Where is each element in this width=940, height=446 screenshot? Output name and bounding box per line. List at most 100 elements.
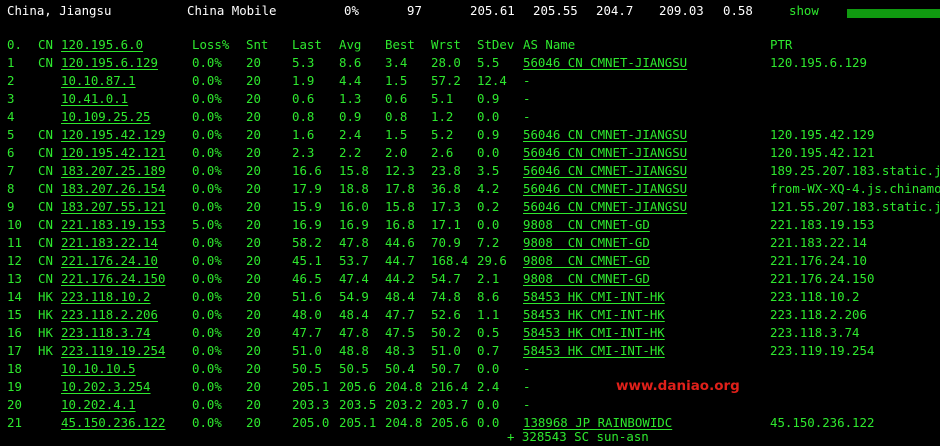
hop-asname[interactable]: 56046 CN CMNET-JIANGSU [523, 180, 687, 198]
hop-host[interactable]: 10.202.4.1 [61, 396, 136, 414]
hop-host[interactable]: 120.195.42.129 [61, 126, 165, 144]
hop-country: HK [38, 289, 53, 304]
hop-last: 51.0 [292, 343, 322, 358]
col-loss: Loss% [192, 37, 230, 52]
hop-wrst: 74.8 [431, 289, 461, 304]
hop-asname[interactable]: 9808 CN CMNET-GD [523, 252, 650, 270]
show-link[interactable]: show [789, 2, 819, 20]
hop-best: 0.8 [385, 109, 408, 124]
hop-best: 47.5 [385, 325, 415, 340]
hop-last: 48.0 [292, 307, 322, 322]
hop-host[interactable]: 10.109.25.25 [61, 108, 151, 126]
hop-row: 15 HK 223.118.2.206 0.0% 20 48.0 48.4 47.7 52.6 1… [0, 306, 940, 324]
hop-asname[interactable]: 58453 HK CMI-INT-HK [523, 288, 665, 306]
hop-host[interactable]: 10.41.0.1 [61, 90, 128, 108]
hop-ptr: 120.195.6.129 [770, 55, 867, 70]
hop-best: 2.0 [385, 145, 408, 160]
hop-country: CN [38, 145, 53, 160]
hop-stdev: 0.9 [477, 91, 500, 106]
hop-snt: 20 [246, 325, 261, 340]
hop-snt: 20 [246, 361, 261, 376]
hop-last: 45.1 [292, 253, 322, 268]
hop-host[interactable]: 120.195.42.121 [61, 144, 165, 162]
status-bar [847, 9, 940, 18]
hop-wrst: 17.3 [431, 199, 461, 214]
hop-asname[interactable]: 56046 CN CMNET-JIANGSU [523, 198, 687, 216]
hop-host[interactable]: 221.176.24.10 [61, 252, 158, 270]
hop-asname[interactable]: 58453 HK CMI-INT-HK [523, 324, 665, 342]
hop-avg: 48.8 [339, 343, 369, 358]
hop-host[interactable]: 221.176.24.150 [61, 270, 165, 288]
hop-ptr: 223.118.3.74 [770, 325, 860, 340]
hop-wrst: 168.4 [431, 253, 469, 268]
summary-value-1: 205.61 [470, 3, 515, 18]
hop-row: 12 CN 221.176.24.10 0.0% 20 45.1 53.7 44.7 168.4… [0, 252, 940, 270]
hop-host[interactable]: 45.150.236.122 [61, 414, 165, 432]
hop-snt: 20 [246, 307, 261, 322]
summary-value-5: 0.58 [723, 3, 753, 18]
hop-index: 8 [7, 181, 15, 196]
hop-stdev: 0.0 [477, 145, 500, 160]
hop-stdev: 0.0 [477, 415, 500, 430]
hop-host[interactable]: 221.183.19.153 [61, 216, 165, 234]
hop-host[interactable]: 10.10.10.5 [61, 360, 136, 378]
hop-stdev: 0.0 [477, 361, 500, 376]
hop-asname[interactable]: 9808 CN CMNET-GD [523, 216, 650, 234]
hop-snt: 20 [246, 181, 261, 196]
col-wrst: Wrst [431, 37, 461, 52]
col-stdev: StDev [477, 37, 515, 52]
hop-asname[interactable]: 9808 CN CMNET-GD [523, 234, 650, 252]
hop-country: HK [38, 343, 53, 358]
hop-stdev: 2.1 [477, 271, 500, 286]
hop-best: 48.4 [385, 289, 415, 304]
hop-host[interactable]: 223.118.3.74 [61, 324, 151, 342]
hop-asname[interactable]: 58453 HK CMI-INT-HK [523, 306, 665, 324]
hop-asname[interactable]: 9808 CN CMNET-GD [523, 270, 650, 288]
hop-asname[interactable]: 58453 HK CMI-INT-HK [523, 342, 665, 360]
hop-asname[interactable]: 56046 CN CMNET-JIANGSU [523, 54, 687, 72]
hop-loss: 0.0% [192, 199, 222, 214]
summary-value-2: 205.55 [533, 3, 578, 18]
hop-host[interactable]: 10.202.3.254 [61, 378, 151, 396]
hop-asname[interactable]: 56046 CN CMNET-JIANGSU [523, 162, 687, 180]
hop-best: 17.8 [385, 181, 415, 196]
hop-host[interactable]: 221.183.22.14 [61, 234, 158, 252]
hop-index: 17 [7, 343, 22, 358]
hop-last: 0.8 [292, 109, 315, 124]
hop-row: 20 10.202.4.1 0.0% 20 203.3 203.5 203.2 203.7 0.… [0, 396, 940, 414]
hop-host[interactable]: 223.118.10.2 [61, 288, 151, 306]
hop-host[interactable]: 10.10.87.1 [61, 72, 136, 90]
hop-asname[interactable]: 56046 CN CMNET-JIANGSU [523, 126, 687, 144]
hop-ptr: 121.55.207.183.static.j [770, 199, 940, 214]
col-host[interactable]: 120.195.6.0 [61, 36, 143, 54]
hop-country: CN [38, 55, 53, 70]
hop-snt: 20 [246, 109, 261, 124]
hop-last: 51.6 [292, 289, 322, 304]
hop-row: 17 HK 223.119.19.254 0.0% 20 51.0 48.8 48.3 51.0… [0, 342, 940, 360]
hop-avg: 0.9 [339, 109, 362, 124]
hop-host[interactable]: 183.207.25.189 [61, 162, 165, 180]
hop-host[interactable]: 223.119.19.254 [61, 342, 165, 360]
hop-asname[interactable]: 56046 CN CMNET-JIANGSU [523, 144, 687, 162]
hop-stdev: 0.0 [477, 217, 500, 232]
hop-index: 4 [7, 109, 15, 124]
hop-row: 21 45.150.236.122 0.0% 20 205.0 205.1 204.8 205… [0, 414, 940, 432]
hop-host[interactable]: 120.195.6.129 [61, 54, 158, 72]
location-label: China, Jiangsu [7, 3, 112, 18]
hop-host[interactable]: 183.207.26.154 [61, 180, 165, 198]
hop-wrst: 203.7 [431, 397, 469, 412]
hop-loss: 0.0% [192, 73, 222, 88]
hop-last: 0.6 [292, 91, 315, 106]
hop-stdev: 0.0 [477, 397, 500, 412]
hop-host[interactable]: 183.207.55.121 [61, 198, 165, 216]
hop-best: 44.2 [385, 271, 415, 286]
hop-best: 48.3 [385, 343, 415, 358]
hop-avg: 205.1 [339, 415, 377, 430]
hop-index: 2 [7, 73, 15, 88]
hop-host[interactable]: 223.118.2.206 [61, 306, 158, 324]
hop-last: 203.3 [292, 397, 330, 412]
hop-avg: 15.8 [339, 163, 369, 178]
hop-avg: 203.5 [339, 397, 377, 412]
col-last: Last [292, 37, 322, 52]
hop-last: 1.9 [292, 73, 315, 88]
